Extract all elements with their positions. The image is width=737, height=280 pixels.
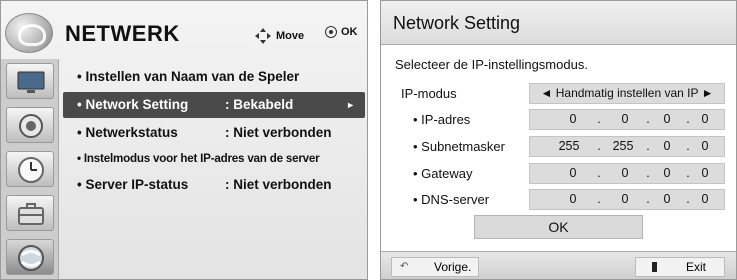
dns-server-label: • DNS-server <box>413 192 490 207</box>
octet-separator: . <box>597 192 601 206</box>
octet: 0 <box>701 112 709 126</box>
back-button[interactable]: ↶ Vorige. <box>391 257 479 277</box>
subnet-mask-label: • Subnetmasker <box>413 139 505 154</box>
ip-address-field[interactable]: 0 . 0 . 0 . 0 <box>529 109 725 130</box>
ok-button[interactable]: OK <box>474 215 643 239</box>
octet-separator: . <box>597 166 601 180</box>
back-return-icon: ↶ <box>400 261 409 272</box>
instruction-text: Selecteer de IP-instellingsmodus. <box>395 57 588 72</box>
exit-button[interactable]: Exit <box>635 257 725 277</box>
octet: 0 <box>663 112 671 126</box>
ok-hint: OK <box>325 26 358 38</box>
menu-item-value: : Niet verbonden <box>225 177 332 192</box>
gateway-field[interactable]: 0 . 0 . 0 . 0 <box>529 163 725 184</box>
octet-separator: . <box>646 166 650 180</box>
gateway-label: • Gateway <box>413 166 473 181</box>
ip-address-label: • IP-adres <box>413 112 471 127</box>
dialog-title-bar: Network Setting <box>381 1 736 45</box>
octet: 0 <box>569 112 577 126</box>
octet: 255 <box>612 139 634 153</box>
submenu-arrow-icon: ► <box>346 100 355 110</box>
ip-address-row: • IP-adres 0 . 0 . 0 . 0 <box>381 109 736 131</box>
ok-button-icon <box>325 26 337 38</box>
menu-item-player-name[interactable]: • Instellen van Naam van de Speler <box>63 64 365 90</box>
octet: 0 <box>569 192 577 206</box>
menu-header: NETWERK Move OK <box>1 1 367 59</box>
menu-item-value: : Bekabeld <box>225 97 294 112</box>
octet: 0 <box>663 192 671 206</box>
ip-mode-label: IP-modus <box>401 86 457 101</box>
menu-item-label: • Network Setting <box>77 97 189 112</box>
octet: 0 <box>621 112 629 126</box>
dialog-title: Network Setting <box>393 13 521 33</box>
octet-separator: . <box>646 192 650 206</box>
menu-item-label: • Instellen van Naam van de Speler <box>77 69 300 84</box>
network-setting-dialog: Network Setting Selecteer de IP-instelli… <box>380 0 737 280</box>
octet: 255 <box>558 139 580 153</box>
subnet-mask-row: • Subnetmasker 255 . 255 . 0 . 0 <box>381 136 736 158</box>
network-menu-panel: NETWERK Move OK • Instellen van Naam van… <box>0 0 368 280</box>
category-icon-column <box>1 59 59 279</box>
octet-separator: . <box>597 139 601 153</box>
menu-item-label: • Server IP-status <box>77 177 189 192</box>
menu-title: NETWERK <box>65 21 180 46</box>
menu-item-label: • Netwerkstatus <box>77 125 178 140</box>
octet: 0 <box>569 166 577 180</box>
octet: 0 <box>663 139 671 153</box>
dialog-footer: ↶ Vorige. Exit <box>381 251 736 279</box>
octet-separator: . <box>646 112 650 126</box>
exit-icon <box>652 262 657 272</box>
menu-item-value: : Niet verbonden <box>225 125 332 140</box>
toolbox-icon[interactable] <box>6 195 54 231</box>
octet: 0 <box>701 166 709 180</box>
dns-server-field[interactable]: 0 . 0 . 0 . 0 <box>529 189 725 210</box>
move-hint: Move <box>254 27 304 45</box>
gateway-row: • Gateway 0 . 0 . 0 . 0 <box>381 163 736 185</box>
exit-button-label: Exit <box>686 260 707 274</box>
octet-separator: . <box>646 139 650 153</box>
octet: 0 <box>701 139 709 153</box>
menu-item-server-ip-status[interactable]: • Server IP-status : Niet verbonden <box>63 172 365 198</box>
ok-hint-label: OK <box>341 26 358 38</box>
clock-icon[interactable] <box>6 151 54 187</box>
menu-item-label: • Instelmodus voor het IP-adres van de s… <box>77 152 320 165</box>
directional-arrows-icon <box>254 27 272 45</box>
network-menu-list: • Instellen van Naam van de Speler • Net… <box>63 64 365 198</box>
speaker-icon[interactable] <box>6 107 54 143</box>
dns-server-row: • DNS-server 0 . 0 . 0 . 0 <box>381 189 736 211</box>
octet: 0 <box>621 192 629 206</box>
menu-item-server-ip-mode[interactable]: • Instelmodus voor het IP-adres van de s… <box>63 146 365 172</box>
octet: 0 <box>701 192 709 206</box>
octet: 0 <box>663 166 671 180</box>
tv-icon[interactable] <box>6 63 54 99</box>
octet-separator: . <box>597 112 601 126</box>
back-button-label: Vorige. <box>434 260 472 274</box>
network-globe-icon[interactable] <box>6 239 54 275</box>
network-globe-icon <box>5 13 53 53</box>
menu-item-network-status[interactable]: • Netwerkstatus : Niet verbonden <box>63 120 365 146</box>
ip-mode-selector[interactable]: ◄ Handmatig instellen van IP ► <box>529 83 725 104</box>
ip-mode-row: IP-modus ◄ Handmatig instellen van IP ► <box>381 83 736 105</box>
menu-item-network-setting[interactable]: • Network Setting : Bekabeld ► <box>63 92 365 118</box>
octet: 0 <box>621 166 629 180</box>
subnet-mask-field[interactable]: 255 . 255 . 0 . 0 <box>529 136 725 157</box>
move-hint-label: Move <box>276 30 305 42</box>
